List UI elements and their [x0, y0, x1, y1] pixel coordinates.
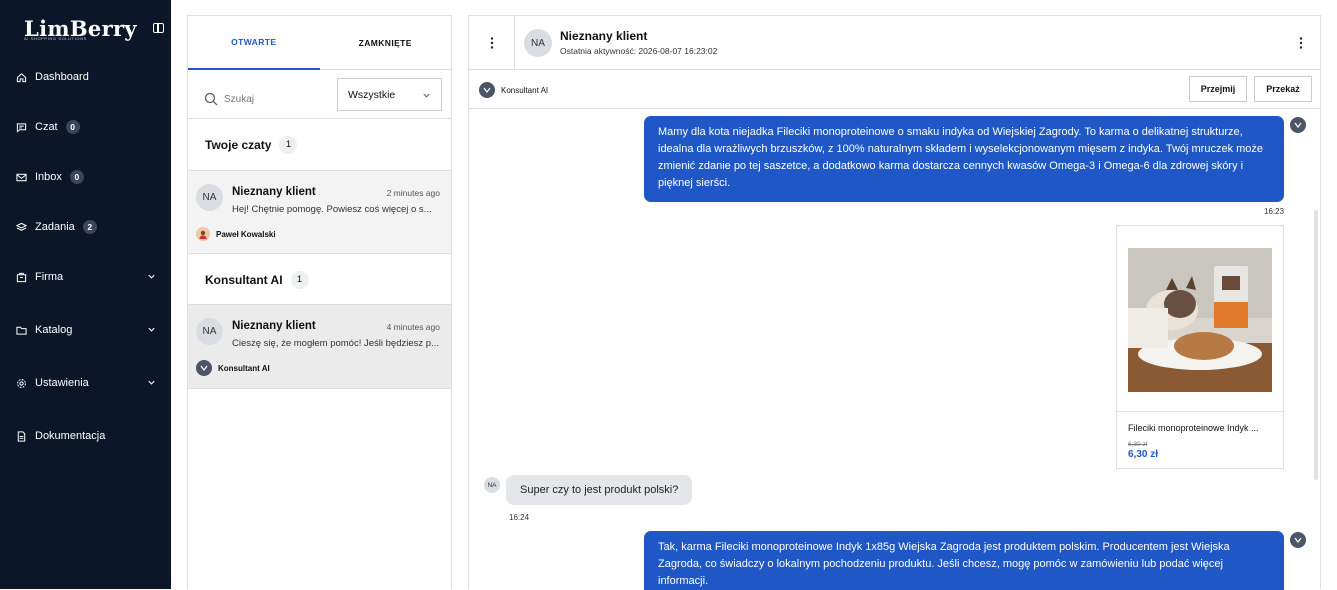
product-image: [1128, 248, 1272, 392]
filter-select[interactable]: Wszystkie: [337, 78, 442, 111]
conversation-time: 2 minutes ago: [386, 188, 440, 198]
more-vertical-icon[interactable]: [1299, 36, 1303, 50]
agent-bar: Konsultant AI Przejmij Przekaż: [469, 70, 1320, 109]
take-over-button[interactable]: Przejmij: [1189, 76, 1247, 102]
sidebar-item-label: Zadania: [35, 221, 75, 233]
ai-message: Mamy dla kota niejadka Fileciki monoprot…: [644, 116, 1284, 202]
document-icon: [16, 430, 27, 442]
chevron-down-icon[interactable]: [147, 325, 156, 334]
sidebar-item-dokumentacja[interactable]: Dokumentacja: [16, 425, 158, 447]
product-name: Fileciki monoproteinowe Indyk ...: [1128, 423, 1259, 433]
sidebar-item-katalog[interactable]: Katalog: [16, 319, 158, 341]
chat-panel: NA Nieznany klient Ostatnia aktywność: 2…: [468, 15, 1321, 590]
search-input[interactable]: [224, 93, 324, 105]
section-count: 1: [279, 135, 298, 154]
conversation-time: 4 minutes ago: [386, 322, 440, 332]
agent-name: Konsultant AI: [501, 85, 549, 95]
sidebar: LimBerry AI SHOPPING SOLUTIONS Dashboard…: [0, 0, 171, 589]
avatar: NA: [524, 29, 552, 57]
customer-message: Super czy to jest produkt polski?: [506, 475, 693, 505]
home-icon: [16, 72, 27, 83]
product-card[interactable]: Fileciki monoproteinowe Indyk ... 6,30 z…: [1116, 225, 1284, 469]
conversation-name: Nieznany klient: [232, 320, 316, 332]
sidebar-item-czat[interactable]: Czat 0: [16, 116, 158, 138]
owner-name: Paweł Kowalski: [216, 229, 276, 239]
transfer-button[interactable]: Przekaż: [1254, 76, 1312, 102]
section-title: Konsultant AI: [205, 272, 283, 287]
scrollbar[interactable]: [1314, 210, 1318, 480]
ai-bot-icon: [479, 82, 495, 98]
product-price: 6,30 zł: [1128, 449, 1159, 460]
chevron-down-icon: [423, 93, 430, 98]
brand-tagline: AI SHOPPING SOLUTIONS: [24, 36, 87, 41]
chevron-down-icon[interactable]: [147, 272, 156, 281]
search-box[interactable]: [204, 88, 324, 110]
chat-icon: [16, 122, 27, 133]
sidebar-item-ustawienia[interactable]: Ustawienia: [16, 372, 158, 394]
section-twoje-czaty: Twoje czaty 1: [188, 118, 451, 170]
last-activity: Ostatnia aktywność: 2026-08-07 16:23:02: [560, 46, 718, 56]
divider: [1117, 411, 1283, 412]
mail-icon: [16, 172, 27, 183]
filter-select-value: Wszystkie: [348, 88, 396, 101]
sidebar-item-label: Dashboard: [35, 71, 89, 83]
conversation-list-panel: OTWARTE ZAMKNIĘTE Wszystkie Twoje czaty …: [187, 15, 452, 589]
sidebar-item-label: Katalog: [35, 324, 73, 336]
count-badge: 0: [65, 120, 80, 134]
avatar: NA: [196, 318, 223, 345]
folder-icon: [16, 325, 27, 336]
message-time: 16:24: [509, 513, 530, 522]
avatar: NA: [196, 184, 223, 211]
count-badge: 0: [69, 170, 84, 184]
avatar: NA: [484, 477, 500, 493]
conversation-item[interactable]: NA Nieznany klient 2 minutes ago Hej! Ch…: [188, 170, 451, 253]
assigned-agent: Konsultant AI: [479, 82, 548, 98]
message-list: Mamy dla kota niejadka Fileciki monoprot…: [469, 110, 1320, 590]
chat-customer-name: Nieznany klient: [560, 29, 648, 43]
tab-otwarte[interactable]: OTWARTE: [188, 16, 320, 70]
conversation-item[interactable]: NA Nieznany klient 4 minutes ago Cieszę …: [188, 304, 451, 389]
divider: [514, 16, 515, 69]
chat-header: NA Nieznany klient Ostatnia aktywność: 2…: [469, 16, 1320, 70]
section-title: Twoje czaty: [205, 137, 272, 152]
sidebar-item-label: Ustawienia: [35, 377, 89, 389]
sidebar-item-dashboard[interactable]: Dashboard: [16, 66, 158, 88]
ai-bot-icon: [196, 360, 212, 376]
building-icon: [16, 272, 27, 283]
gear-icon: [16, 378, 27, 389]
agent-avatar-icon: [196, 227, 210, 241]
conversation-owner: Konsultant AI: [196, 360, 270, 376]
sidebar-item-label: Dokumentacja: [35, 430, 106, 442]
product-old-price: 6,30 zł: [1128, 441, 1148, 448]
ai-message: Tak, karma Fileciki monoproteinowe Indyk…: [644, 531, 1284, 590]
section-count: 1: [290, 270, 309, 289]
sidebar-item-label: Firma: [35, 271, 64, 283]
conversation-owner: Paweł Kowalski: [196, 227, 276, 241]
ai-bot-icon: [1290, 117, 1306, 133]
owner-name: Konsultant AI: [218, 363, 270, 373]
conversation-preview: Hej! Chętnie pomogę. Powiesz coś więcej …: [232, 204, 432, 215]
sidebar-toggle-icon[interactable]: [153, 23, 164, 33]
sidebar-item-label: Czat: [35, 121, 58, 133]
sidebar-item-zadania[interactable]: Zadania 2: [16, 216, 158, 238]
more-vertical-icon[interactable]: [486, 36, 498, 50]
search-icon: [204, 92, 218, 106]
sidebar-item-firma[interactable]: Firma: [16, 266, 158, 288]
layers-icon: [16, 222, 27, 233]
section-konsultant-ai: Konsultant AI 1: [188, 253, 451, 305]
tab-zamkniete[interactable]: ZAMKNIĘTE: [319, 16, 451, 70]
count-badge: 2: [82, 220, 97, 234]
conversation-preview: Cieszę się, że mogłem pomóc! Jeśli będzi…: [232, 338, 439, 349]
sidebar-item-label: Inbox: [35, 171, 62, 183]
chevron-down-icon[interactable]: [147, 378, 156, 387]
ai-bot-icon: [1290, 532, 1306, 548]
message-time: 16:23: [1264, 207, 1285, 216]
sidebar-item-inbox[interactable]: Inbox 0: [16, 166, 158, 188]
conversation-name: Nieznany klient: [232, 186, 316, 198]
